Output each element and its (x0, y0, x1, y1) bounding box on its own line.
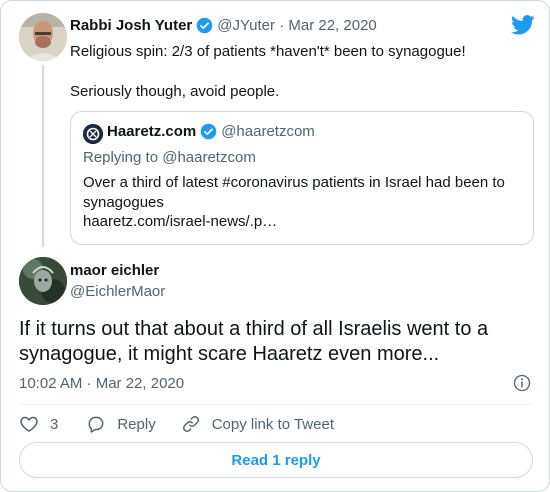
divider (19, 404, 533, 405)
parent-tweet-text: Religious spin: 2/3 of patients *haven't… (70, 42, 530, 122)
tweet-text-line: Seriously though, avoid people. (70, 83, 280, 100)
copy-link-label: Copy link to Tweet (211, 415, 334, 433)
author-handle[interactable]: @EichlerMaor (70, 283, 165, 300)
main-tweet-text: If it turns out that about a third of al… (19, 318, 489, 365)
tweet-text-line: Religious spin: 2/3 of patients *haven't… (70, 43, 466, 60)
heart-icon (20, 416, 38, 432)
separator: · (275, 17, 289, 34)
reply-button[interactable]: Reply (86, 414, 156, 434)
twitter-bird-icon[interactable] (511, 15, 535, 35)
author-handle: @haaretzcom (221, 123, 315, 140)
parent-tweet-header: Rabbi Josh Yuter @JYuter · Mar 22, 2020 (70, 17, 377, 34)
tweet-timestamp[interactable]: 10:02 AM · Mar 22, 2020 (19, 375, 184, 392)
replying-to: Replying to @haaretzcom (83, 149, 256, 166)
reply-label: Reply (117, 415, 156, 433)
like-count: 3 (50, 415, 59, 433)
read-replies-button[interactable]: Read 1 reply (19, 442, 533, 478)
reply-bubble-icon (88, 416, 104, 433)
info-icon[interactable] (513, 374, 531, 392)
like-button[interactable]: 3 (19, 414, 58, 434)
quoted-tweet-text: Over a third of latest #coronavirus pati… (83, 174, 505, 211)
quoted-tweet[interactable]: Haaretz.com @haaretzcom Replying to @haa… (70, 111, 534, 245)
verified-badge-icon (200, 123, 217, 140)
quoted-tweet-link[interactable]: haaretz.com/israel-news/.p… (83, 213, 277, 230)
copy-link-button[interactable]: Copy link to Tweet (181, 414, 334, 434)
author-name[interactable]: Rabbi Josh Yuter (70, 17, 192, 34)
author-name: Haaretz.com (107, 123, 197, 140)
avatar (83, 124, 103, 144)
quoted-tweet-header: Haaretz.com @haaretzcom (107, 123, 315, 140)
author-handle[interactable]: @JYuter (217, 17, 275, 34)
author-name[interactable]: maor eichler (70, 262, 159, 279)
tweet-date[interactable]: Mar 22, 2020 (288, 17, 376, 34)
verified-badge-icon (196, 17, 213, 34)
thread-line (42, 65, 44, 247)
embedded-tweet-card: Rabbi Josh Yuter @JYuter · Mar 22, 2020 … (0, 0, 550, 492)
action-bar: 3 Reply Copy link to Tweet (19, 413, 334, 435)
avatar[interactable] (19, 13, 67, 61)
avatar[interactable] (19, 257, 67, 305)
link-icon (182, 416, 199, 432)
